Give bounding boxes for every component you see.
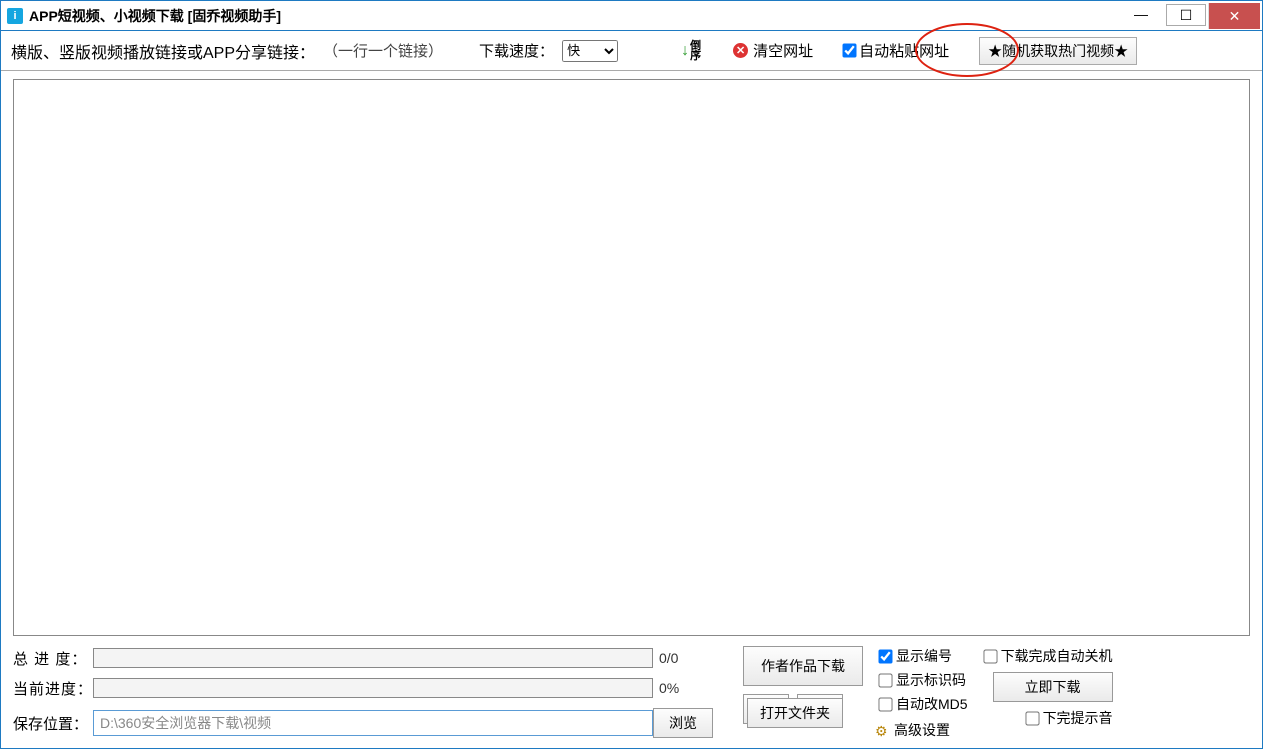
gear-icon: ⚙ xyxy=(875,723,890,738)
url-textarea-container xyxy=(13,79,1250,636)
save-path-input[interactable] xyxy=(93,710,653,736)
current-progress-text: 0% xyxy=(653,680,723,696)
save-path-label: 保存位置： xyxy=(13,713,93,734)
app-window: i APP短视频、小视频下载 [固乔视频助手] — ☐ ✕ 横版、竖版视频播放链… xyxy=(0,0,1263,749)
browse-button[interactable]: 浏览 xyxy=(653,708,713,738)
total-progress-text: 0/0 xyxy=(653,650,723,666)
bottom-panel: 总 进 度： 0/0 作者作品下载 生成 挑选 显示编号 显示标识码 xyxy=(1,640,1262,748)
minimize-button[interactable]: — xyxy=(1118,1,1164,27)
auto-md5-label: 自动改MD5 xyxy=(896,694,968,714)
total-progress-label: 总 进 度： xyxy=(13,648,93,669)
author-works-button[interactable]: 作者作品下载 xyxy=(743,646,863,686)
done-sound-input[interactable] xyxy=(1025,711,1039,725)
clear-urls-label: 清空网址 xyxy=(753,40,813,61)
window-controls: — ☐ ✕ xyxy=(1118,1,1262,30)
reverse-order-button[interactable]: ↓ 倒序 xyxy=(681,41,701,61)
random-hot-video-button[interactable]: ★随机获取热门视频★ xyxy=(979,37,1137,65)
url-input-hint: （一行一个链接） xyxy=(323,40,443,61)
show-idcode-label: 显示标识码 xyxy=(896,670,966,690)
show-index-checkbox[interactable]: 显示编号 xyxy=(875,646,968,666)
advanced-settings-link[interactable]: ⚙ 高级设置 xyxy=(875,720,968,740)
show-index-input[interactable] xyxy=(878,649,892,663)
main-area xyxy=(1,71,1262,640)
maximize-button[interactable]: ☐ xyxy=(1166,4,1206,26)
auto-paste-checkbox[interactable]: 自动粘贴网址 xyxy=(839,40,949,61)
current-progress-bar xyxy=(93,678,653,698)
speed-label: 下载速度： xyxy=(479,40,554,61)
title-bar: i APP短视频、小视频下载 [固乔视频助手] — ☐ ✕ xyxy=(1,1,1262,31)
done-sound-checkbox[interactable]: 下完提示音 xyxy=(1022,708,1113,728)
total-progress-bar xyxy=(93,648,653,668)
close-circle-icon: ✕ xyxy=(733,43,748,58)
url-textarea[interactable] xyxy=(14,80,1249,635)
window-title: APP短视频、小视频下载 [固乔视频助手] xyxy=(29,6,281,26)
close-button[interactable]: ✕ xyxy=(1208,3,1260,29)
show-idcode-input[interactable] xyxy=(878,673,892,687)
auto-md5-checkbox[interactable]: 自动改MD5 xyxy=(875,694,968,714)
advanced-settings-label: 高级设置 xyxy=(894,720,950,740)
auto-shutdown-input[interactable] xyxy=(983,649,997,663)
auto-paste-input[interactable] xyxy=(842,43,856,57)
arrow-down-icon: ↓ xyxy=(681,42,689,60)
clear-urls-button[interactable]: ✕ 清空网址 xyxy=(733,40,813,61)
current-progress-label: 当前进度： xyxy=(13,678,93,699)
app-icon: i xyxy=(7,8,23,24)
done-sound-label: 下完提示音 xyxy=(1043,708,1113,728)
reverse-order-label: 倒序 xyxy=(690,41,701,61)
download-now-button[interactable]: 立即下载 xyxy=(993,672,1113,702)
show-index-label: 显示编号 xyxy=(896,646,952,666)
speed-select[interactable]: 快 xyxy=(562,40,618,62)
url-input-label: 横版、竖版视频播放链接或APP分享链接： xyxy=(11,39,315,63)
auto-shutdown-label: 下载完成自动关机 xyxy=(1001,646,1113,666)
auto-md5-input[interactable] xyxy=(878,697,892,711)
toolbar: 横版、竖版视频播放链接或APP分享链接： （一行一个链接） 下载速度： 快 ↓ … xyxy=(1,31,1262,71)
open-folder-button[interactable]: 打开文件夹 xyxy=(747,698,843,728)
show-idcode-checkbox[interactable]: 显示标识码 xyxy=(875,670,968,690)
auto-paste-label: 自动粘贴网址 xyxy=(859,40,949,61)
auto-shutdown-checkbox[interactable]: 下载完成自动关机 xyxy=(980,646,1113,666)
